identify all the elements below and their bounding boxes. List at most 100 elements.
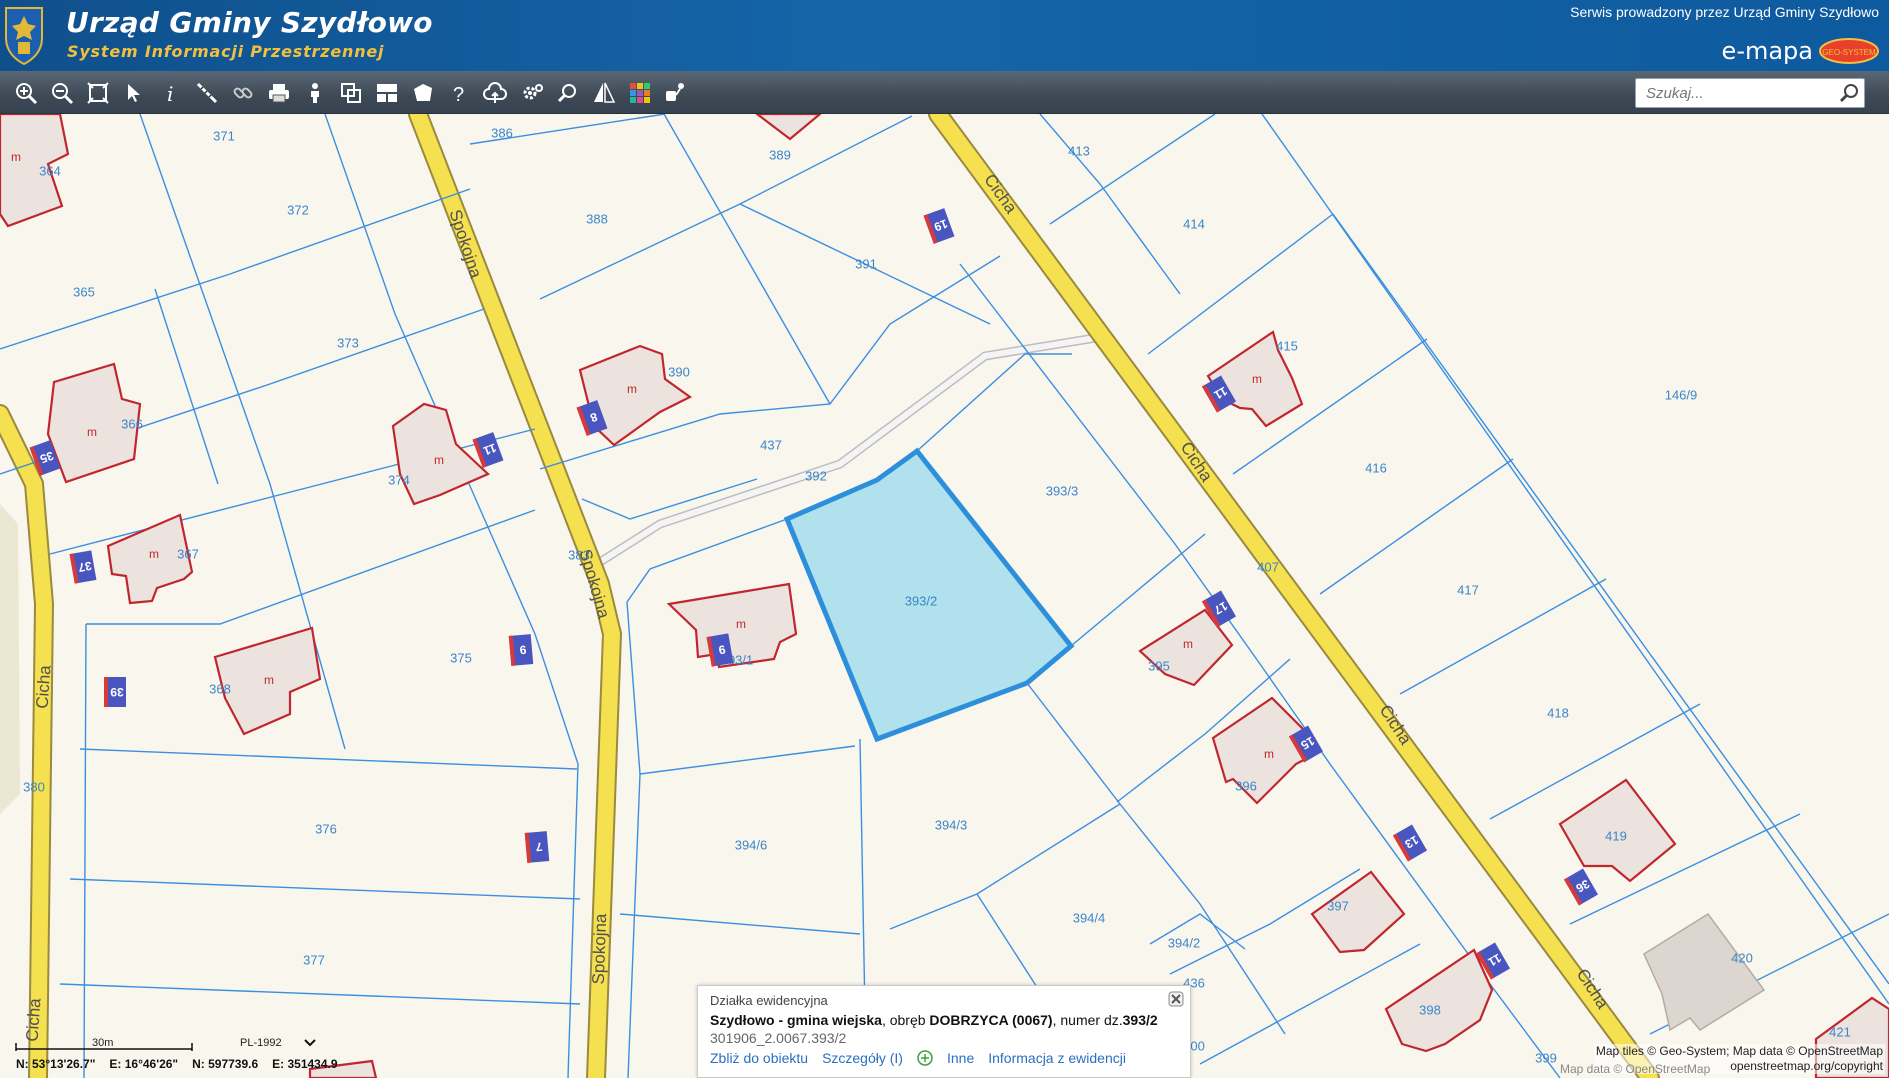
link-icon[interactable] [229, 79, 257, 107]
building-type-label: m [434, 453, 444, 467]
plot-label: 407 [1257, 559, 1279, 575]
map-canvas[interactable]: 371 386 389 413 364 372 388 414 391 365 373 390 415 1… [0, 114, 1889, 1078]
plot-label: 392 [805, 468, 827, 484]
house-number-badge: 39 [104, 677, 126, 707]
plot-label: 397 [1327, 898, 1349, 914]
attribution-line1: Map tiles © Geo-System; Map data © OpenS… [1595, 1044, 1883, 1058]
cloud-upload-icon[interactable] [481, 79, 509, 107]
select-arrow-icon[interactable] [120, 79, 148, 107]
street-label: Spokojna [588, 913, 611, 985]
building-type-label: m [1264, 747, 1274, 761]
search-box [1635, 78, 1865, 108]
plot-label: 376 [315, 821, 337, 837]
coordinate-readout: N: 53°13'26.7" E: 16°46'26" N: 597739.6 … [16, 1057, 338, 1071]
building-type-label: m [736, 617, 746, 631]
layout-icon[interactable] [373, 79, 401, 107]
house-number-badge: 9 [508, 634, 534, 666]
plot-label: 388 [586, 211, 608, 227]
house-number-badge: 7 [524, 831, 550, 863]
map-base-layer [0, 114, 1889, 1078]
crs-value: PL-1992 [240, 1037, 282, 1049]
info-icon[interactable]: i [156, 79, 184, 107]
svg-text:?: ? [453, 84, 464, 105]
plot-label: 395 [1148, 658, 1170, 674]
polygon-icon[interactable] [409, 79, 437, 107]
building-type-label: m [11, 150, 21, 164]
street-label: Cicha [32, 664, 55, 710]
other-link[interactable]: Inne [947, 1050, 974, 1066]
plus-icon[interactable] [917, 1050, 933, 1066]
search-icon[interactable] [1836, 81, 1862, 105]
service-text: Serwis prowadzony przez Urząd Gminy Szyd… [1570, 4, 1879, 20]
measure-icon[interactable] [193, 79, 221, 107]
settings-icon[interactable] [518, 79, 546, 107]
close-icon[interactable] [1168, 991, 1184, 1007]
popup-precinct: DOBRZYCA (0067) [929, 1012, 1053, 1028]
attribution-secondary: Map data © OpenStreetMap [1560, 1062, 1711, 1076]
plot-label: 399 [1535, 1050, 1557, 1066]
app-subtitle: System Informacji Przestrzennej [67, 42, 385, 61]
svg-text:i: i [167, 82, 173, 105]
coord-east: E: 351434.9 [272, 1057, 338, 1071]
plot-label: 390 [668, 364, 690, 380]
zoom-to-object-link[interactable]: Zbliż do obiektu [710, 1050, 808, 1066]
emapa-label: e-mapa [1721, 37, 1813, 65]
print-icon[interactable] [265, 79, 293, 107]
plot-label: 366 [121, 416, 143, 432]
plot-label: 389 [769, 147, 791, 163]
coord-lon: E: 16°46'26" [109, 1057, 179, 1071]
registry-info-link[interactable]: Informacja z ewidencji [988, 1050, 1126, 1066]
coord-north: N: 597739.6 [192, 1057, 259, 1071]
compass-icon[interactable] [590, 79, 618, 107]
plot-label: 415 [1276, 338, 1298, 354]
popup-links: Zbliż do obiektu Szczegóły (I) Inne Info… [710, 1050, 1178, 1066]
plot-label: 437 [760, 437, 782, 453]
building-type-label: m [1183, 637, 1193, 651]
popup-sep1: , obręb [881, 1012, 930, 1028]
plot-label: 364 [39, 163, 61, 179]
plot-label: 419 [1605, 828, 1627, 844]
help-icon[interactable]: ? [445, 79, 473, 107]
building-type-label: m [627, 382, 637, 396]
plot-label: 420 [1731, 950, 1753, 966]
magnify-search-icon[interactable] [554, 79, 582, 107]
crest-icon [5, 7, 43, 66]
zoom-in-icon[interactable] [12, 79, 40, 107]
popup-parcel-id: 301906_2.0067.393/2 [710, 1030, 847, 1046]
plot-label: 386 [491, 125, 513, 141]
popup-description: Szydłowo - gmina wiejska, obręb DOBRZYCA… [710, 1012, 1178, 1028]
full-extent-icon[interactable] [84, 79, 112, 107]
plot-label: 394/2 [1167, 935, 1201, 951]
toolbar: i ? [0, 71, 1889, 114]
plot-label: 394/6 [734, 837, 768, 853]
chevron-down-icon [303, 1039, 316, 1047]
plot-label: 368 [209, 681, 231, 697]
emapa-brand[interactable]: e-mapa GEO-SYSTEM [1722, 36, 1879, 66]
plot-label: 398 [1419, 1002, 1441, 1018]
plot-label: 394/4 [1072, 910, 1106, 926]
building-type-label: m [87, 425, 97, 439]
share-icon[interactable] [662, 79, 690, 107]
plot-label: 414 [1183, 216, 1205, 232]
layers-icon[interactable] [337, 79, 365, 107]
plot-label: 393/3 [1045, 483, 1079, 499]
plot-label: 374 [388, 472, 410, 488]
zoom-out-icon[interactable] [48, 79, 76, 107]
crs-select[interactable]: PL-1992 [240, 1037, 316, 1049]
plot-label: 416 [1365, 460, 1387, 476]
coord-lat: N: 53°13'26.7" [16, 1057, 96, 1071]
building-type-label: m [264, 673, 274, 687]
plot-label: 372 [287, 202, 309, 218]
color-grid-icon[interactable] [626, 79, 654, 107]
search-input[interactable] [1636, 79, 1832, 107]
app-title: Urząd Gminy Szydłowo [66, 6, 433, 39]
plot-label: 418 [1547, 705, 1569, 721]
header-bar: Urząd Gminy Szydłowo System Informacji P… [0, 0, 1889, 71]
popup-number: 393/2 [1122, 1012, 1158, 1028]
scale-label: 30m [92, 1037, 114, 1049]
plot-label: 146/9 [1664, 387, 1698, 403]
details-link[interactable]: Szczegóły (I) [822, 1050, 903, 1066]
popup-title: Działka ewidencyjna [710, 993, 828, 1008]
street-view-icon[interactable] [301, 79, 329, 107]
popup-sep2: , numer dz. [1052, 1012, 1123, 1028]
